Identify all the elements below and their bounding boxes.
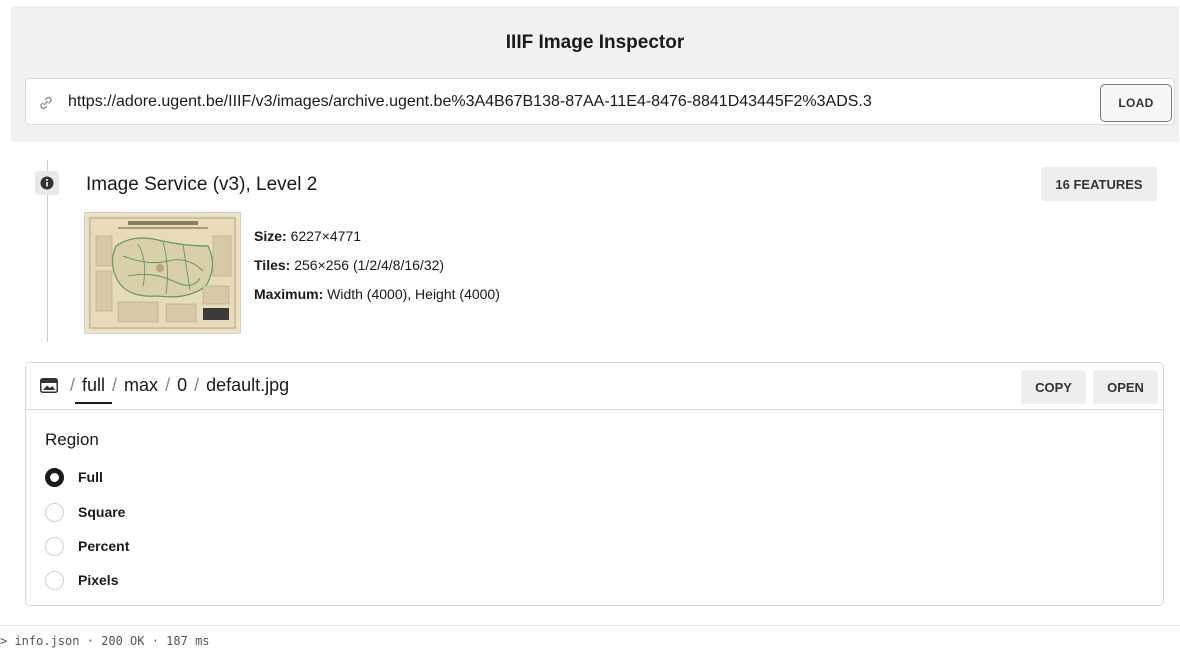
features-badge[interactable]: 16 FEATURES [1041,167,1157,201]
radio-percent[interactable] [45,536,64,556]
image-request-path: / full / max/0/default.jpg [70,375,290,395]
path-quality[interactable]: default.jpg [206,375,289,395]
status-log[interactable]: > info.json · 200 OK · 187 ms [0,634,210,648]
region-option-full[interactable]: Full [45,467,103,487]
region-option-percent[interactable]: Percent [45,536,129,556]
region-heading: Region [45,430,99,449]
maximum-row: Maximum: Width (4000), Height (4000) [254,286,500,302]
path-size[interactable]: max [124,375,158,395]
request-panel: / full / max/0/default.jpg COPY OPEN Region… [25,362,1164,606]
region-option-pixels[interactable]: Pixels [45,570,118,590]
info-icon [35,171,59,195]
path-region[interactable]: full [82,375,105,395]
load-button[interactable]: LOAD [1100,84,1172,122]
tiles-row: Tiles: 256×256 (1/2/4/8/16/32) [254,257,445,273]
path-rotation[interactable]: 0 [177,375,187,395]
radio-pixels[interactable] [45,570,64,590]
app-title: IIIF Image Inspector [505,32,685,53]
size-row: Size: 6227×4771 [254,228,362,244]
footer-divider [0,625,1180,626]
region-option-square[interactable]: Square [45,502,125,522]
radio-full[interactable] [45,467,64,487]
url-bar[interactable]: https://adore.ugent.be/IIIF/v3/images/ar… [25,78,1175,125]
service-title: Image Service (v3), Level 2 [86,174,318,195]
radio-square[interactable] [45,502,64,522]
request-path-bar: / full / max/0/default.jpg COPY OPEN [26,363,1163,410]
service-metadata: Size: 6227×4771 Tiles: 256×256 (1/2/4/8/… [254,222,500,309]
link-icon [38,95,54,111]
image-thumbnail[interactable] [84,212,241,334]
url-input[interactable]: https://adore.ugent.be/IIIF/v3/images/ar… [68,93,872,111]
header: IIIF Image Inspector https://adore.ugent… [11,6,1179,142]
copy-button[interactable]: COPY [1021,370,1086,404]
image-icon [40,378,58,393]
open-button[interactable]: OPEN [1093,370,1158,404]
